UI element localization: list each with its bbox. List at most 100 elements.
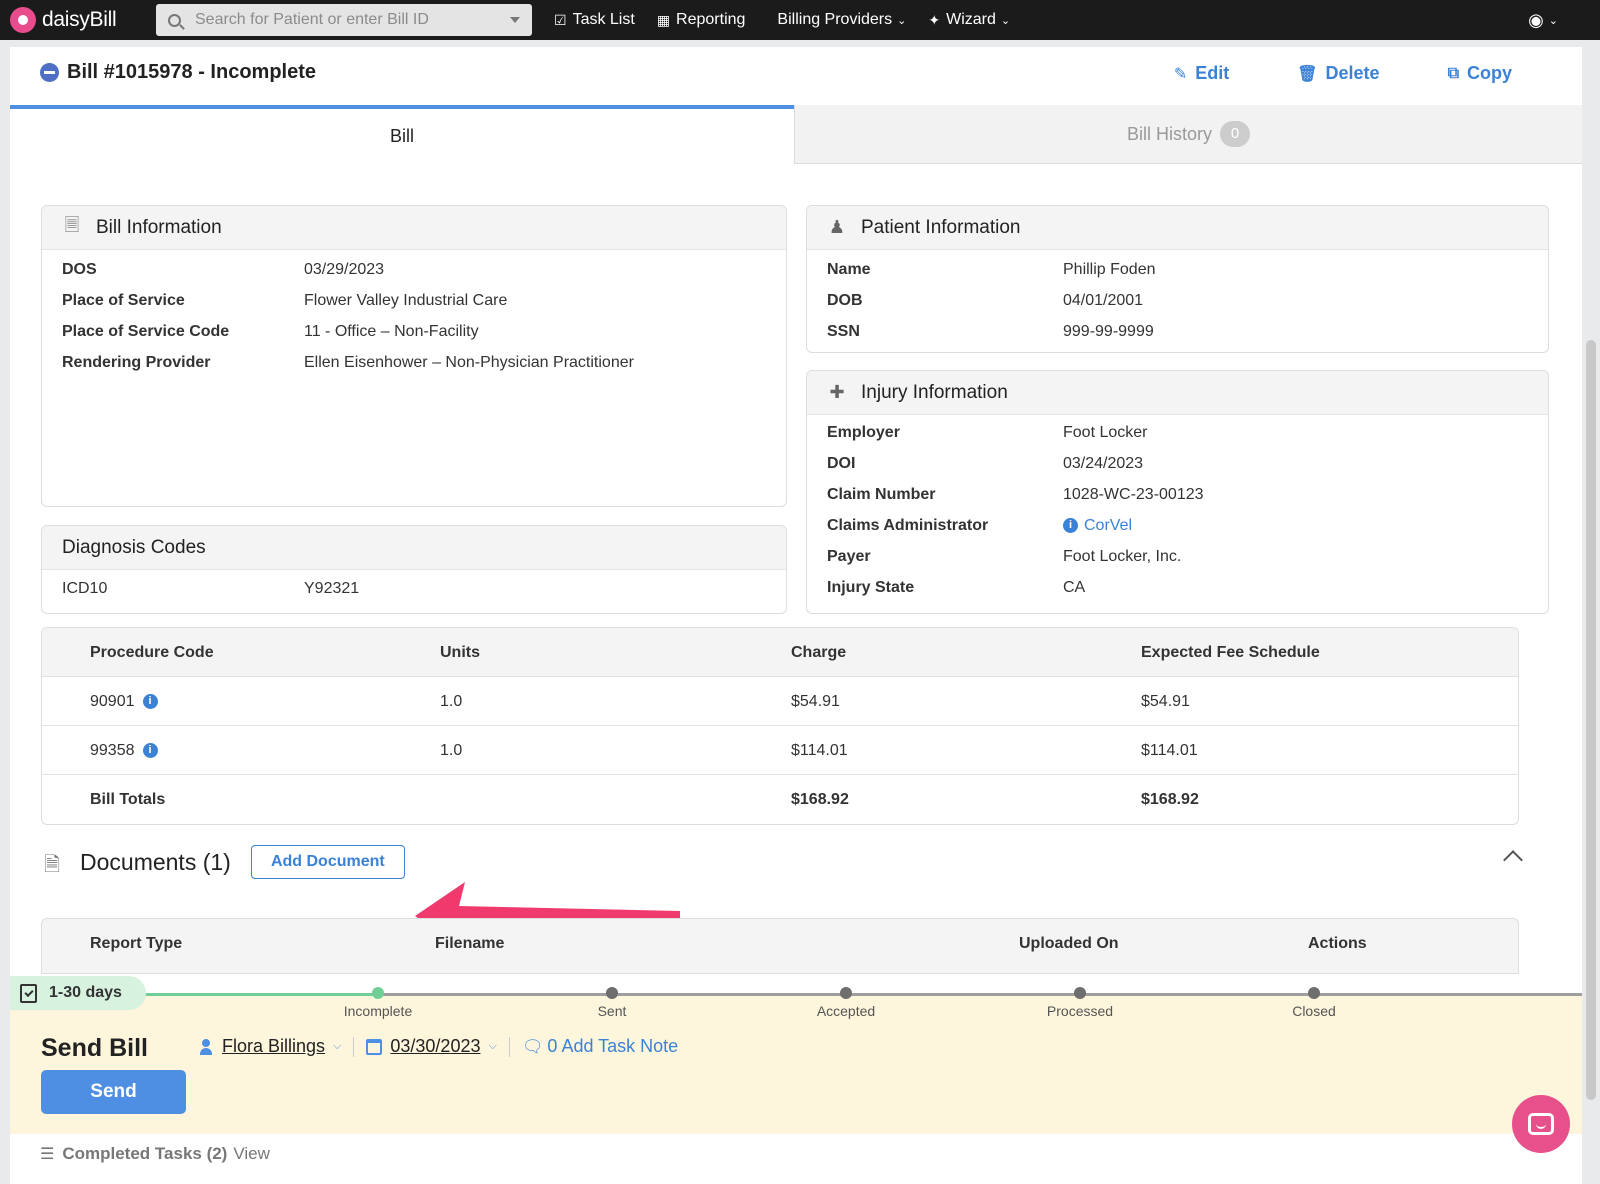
assignee-dropdown[interactable]: Flora Billings — [222, 1036, 325, 1057]
stage-dot — [372, 987, 384, 999]
column-header: Expected Fee Schedule — [1141, 644, 1320, 661]
chat-launcher-button[interactable] — [1512, 1095, 1570, 1153]
user-circle-icon: ◉ — [1528, 10, 1544, 30]
field-label: Claim Number — [827, 486, 936, 503]
info-row: Claims Administrator i CorVel — [807, 511, 1548, 542]
info-row: DOB 04/01/2001 — [807, 286, 1548, 317]
add-document-button[interactable]: Add Document — [250, 845, 405, 879]
procedure-table: Procedure Code Units Charge Expected Fee… — [41, 627, 1519, 825]
total-charge: $168.92 — [791, 791, 849, 808]
edit-label: Edit — [1195, 63, 1230, 83]
info-row: Name Phillip Foden — [807, 255, 1548, 286]
completed-tasks: ☰ Completed Tasks (2) View — [40, 1144, 270, 1164]
panel-title: Diagnosis Codes — [62, 536, 206, 558]
brand-logo[interactable]: daisyBill — [10, 7, 142, 33]
injury-information-panel: ✚ Injury Information Employer Foot Locker… — [806, 370, 1549, 614]
account-menu[interactable]: ◉ ⌄ — [1528, 10, 1558, 31]
table-header: Procedure Code Units Charge Expected Fee… — [42, 628, 1518, 677]
caret-down-icon[interactable] — [510, 17, 520, 23]
patient-information-panel: ♟ Patient Information Name Phillip Foden … — [806, 205, 1549, 353]
add-task-note-link[interactable]: 0 Add Task Note — [547, 1036, 678, 1057]
stage-accepted: Accepted — [786, 987, 906, 1019]
column-header: Report Type — [90, 935, 183, 952]
stage-label: Closed — [1292, 1003, 1336, 1019]
stage-label: Accepted — [816, 1003, 876, 1019]
copy-icon: ⧉ — [1447, 64, 1459, 82]
delete-button[interactable]: 🗑 Delete — [1297, 63, 1379, 84]
info-row: Injury State CA — [807, 573, 1548, 604]
tab-bill-history[interactable]: Bill History 0 — [794, 105, 1582, 164]
field-label: Payer — [827, 548, 871, 565]
panel-title: Bill Information — [96, 216, 222, 238]
copy-button[interactable]: ⧉ Copy — [1448, 63, 1512, 84]
info-row: Claim Number 1028-WC-23-00123 — [807, 480, 1548, 511]
column-header: Actions — [1308, 935, 1367, 952]
invoice-icon: 🗏 — [64, 214, 80, 235]
info-row: Payer Foot Locker, Inc. — [807, 542, 1548, 573]
days-label: 1-30 days — [49, 984, 122, 1001]
send-button[interactable]: Send — [41, 1070, 186, 1114]
search-input[interactable] — [195, 11, 510, 29]
pdf-file-icon: 🗎 — [44, 854, 61, 876]
stage-closed: Closed — [1254, 987, 1374, 1019]
claims-administrator-link[interactable]: i CorVel — [1063, 517, 1132, 535]
button-label: Send — [90, 1081, 137, 1102]
nav-reporting[interactable]: ▦ Reporting — [657, 11, 746, 29]
documents-table-header: Report Type Filename Uploaded On Actions — [41, 918, 1519, 974]
bill-header: Bill #1015978 - Incomplete — [40, 61, 316, 84]
divider — [353, 1036, 355, 1057]
stage-sent: Sent — [552, 987, 672, 1019]
clipboard-check-icon: ☑ — [554, 11, 567, 28]
list-icon: ☰ — [40, 1146, 55, 1163]
chevron-down-icon[interactable]: ⌵ — [488, 1040, 496, 1053]
field-label: Claims Administrator — [827, 517, 989, 534]
delete-label: Delete — [1325, 63, 1380, 83]
nav-billing-providers[interactable]: Billing Providers ⌄ — [777, 11, 906, 29]
chevron-down-icon: ⌄ — [1000, 14, 1011, 27]
stage-processed: Processed — [1020, 987, 1140, 1019]
chat-icon — [1528, 1113, 1554, 1135]
field-label: DOB — [827, 292, 863, 309]
due-date-dropdown[interactable]: 03/30/2023 — [390, 1036, 480, 1057]
status-incomplete-icon — [40, 63, 59, 82]
search-icon — [168, 13, 181, 27]
nav-task-list[interactable]: ☑ Task List — [554, 11, 635, 29]
nav-label: Task List — [572, 11, 635, 28]
stage-label: Sent — [597, 1003, 627, 1019]
field-label: ICD10 — [62, 580, 108, 597]
table-row: 90901 i 1.0 $54.91 $54.91 — [42, 677, 1518, 726]
completed-tasks-label: Completed Tasks (2) — [62, 1144, 228, 1163]
diagnosis-codes-panel: Diagnosis Codes ICD10 Y92321 — [41, 525, 787, 614]
bandage-icon: ✚ — [829, 382, 845, 402]
field-value: 03/24/2023 — [1063, 455, 1144, 472]
search-box[interactable] — [156, 4, 532, 36]
chevron-up-icon[interactable] — [1503, 850, 1523, 870]
nav-wizard[interactable]: ✦ Wizard ⌄ — [928, 11, 1010, 29]
button-label: Add Document — [270, 853, 385, 870]
info-row: SSN 999-99-9999 — [807, 317, 1548, 348]
page-scrollbar[interactable] — [1586, 340, 1596, 1100]
info-icon[interactable]: i — [142, 743, 158, 759]
procedure-code: 90901 i — [90, 693, 158, 711]
chevron-down-icon[interactable]: ⌵ — [333, 1040, 341, 1053]
column-header: Uploaded On — [1019, 935, 1119, 952]
task-title: Send Bill — [41, 1034, 148, 1062]
code-value: 99358 — [90, 742, 135, 759]
tab-bill[interactable]: Bill — [10, 105, 794, 164]
bar-chart-icon: ▦ — [656, 11, 671, 28]
edit-button[interactable]: ✎ Edit — [1174, 63, 1229, 84]
field-value: Y92321 — [304, 580, 360, 597]
field-value: 1028-WC-23-00123 — [1063, 486, 1204, 503]
stage-incomplete: Incomplete — [318, 987, 438, 1019]
view-link[interactable]: View — [233, 1144, 270, 1164]
field-value: Foot Locker — [1063, 424, 1148, 441]
info-icon[interactable]: i — [142, 694, 158, 710]
stage-label: Processed — [1046, 1003, 1114, 1019]
daisy-icon — [10, 7, 36, 33]
info-row: Employer Foot Locker — [807, 418, 1548, 449]
nav-label: Wizard — [946, 11, 996, 28]
field-value: Foot Locker, Inc. — [1063, 548, 1182, 565]
field-label: SSN — [827, 323, 860, 340]
comment-icon: 🗨 — [521, 1036, 544, 1056]
field-label: DOS — [62, 261, 97, 278]
